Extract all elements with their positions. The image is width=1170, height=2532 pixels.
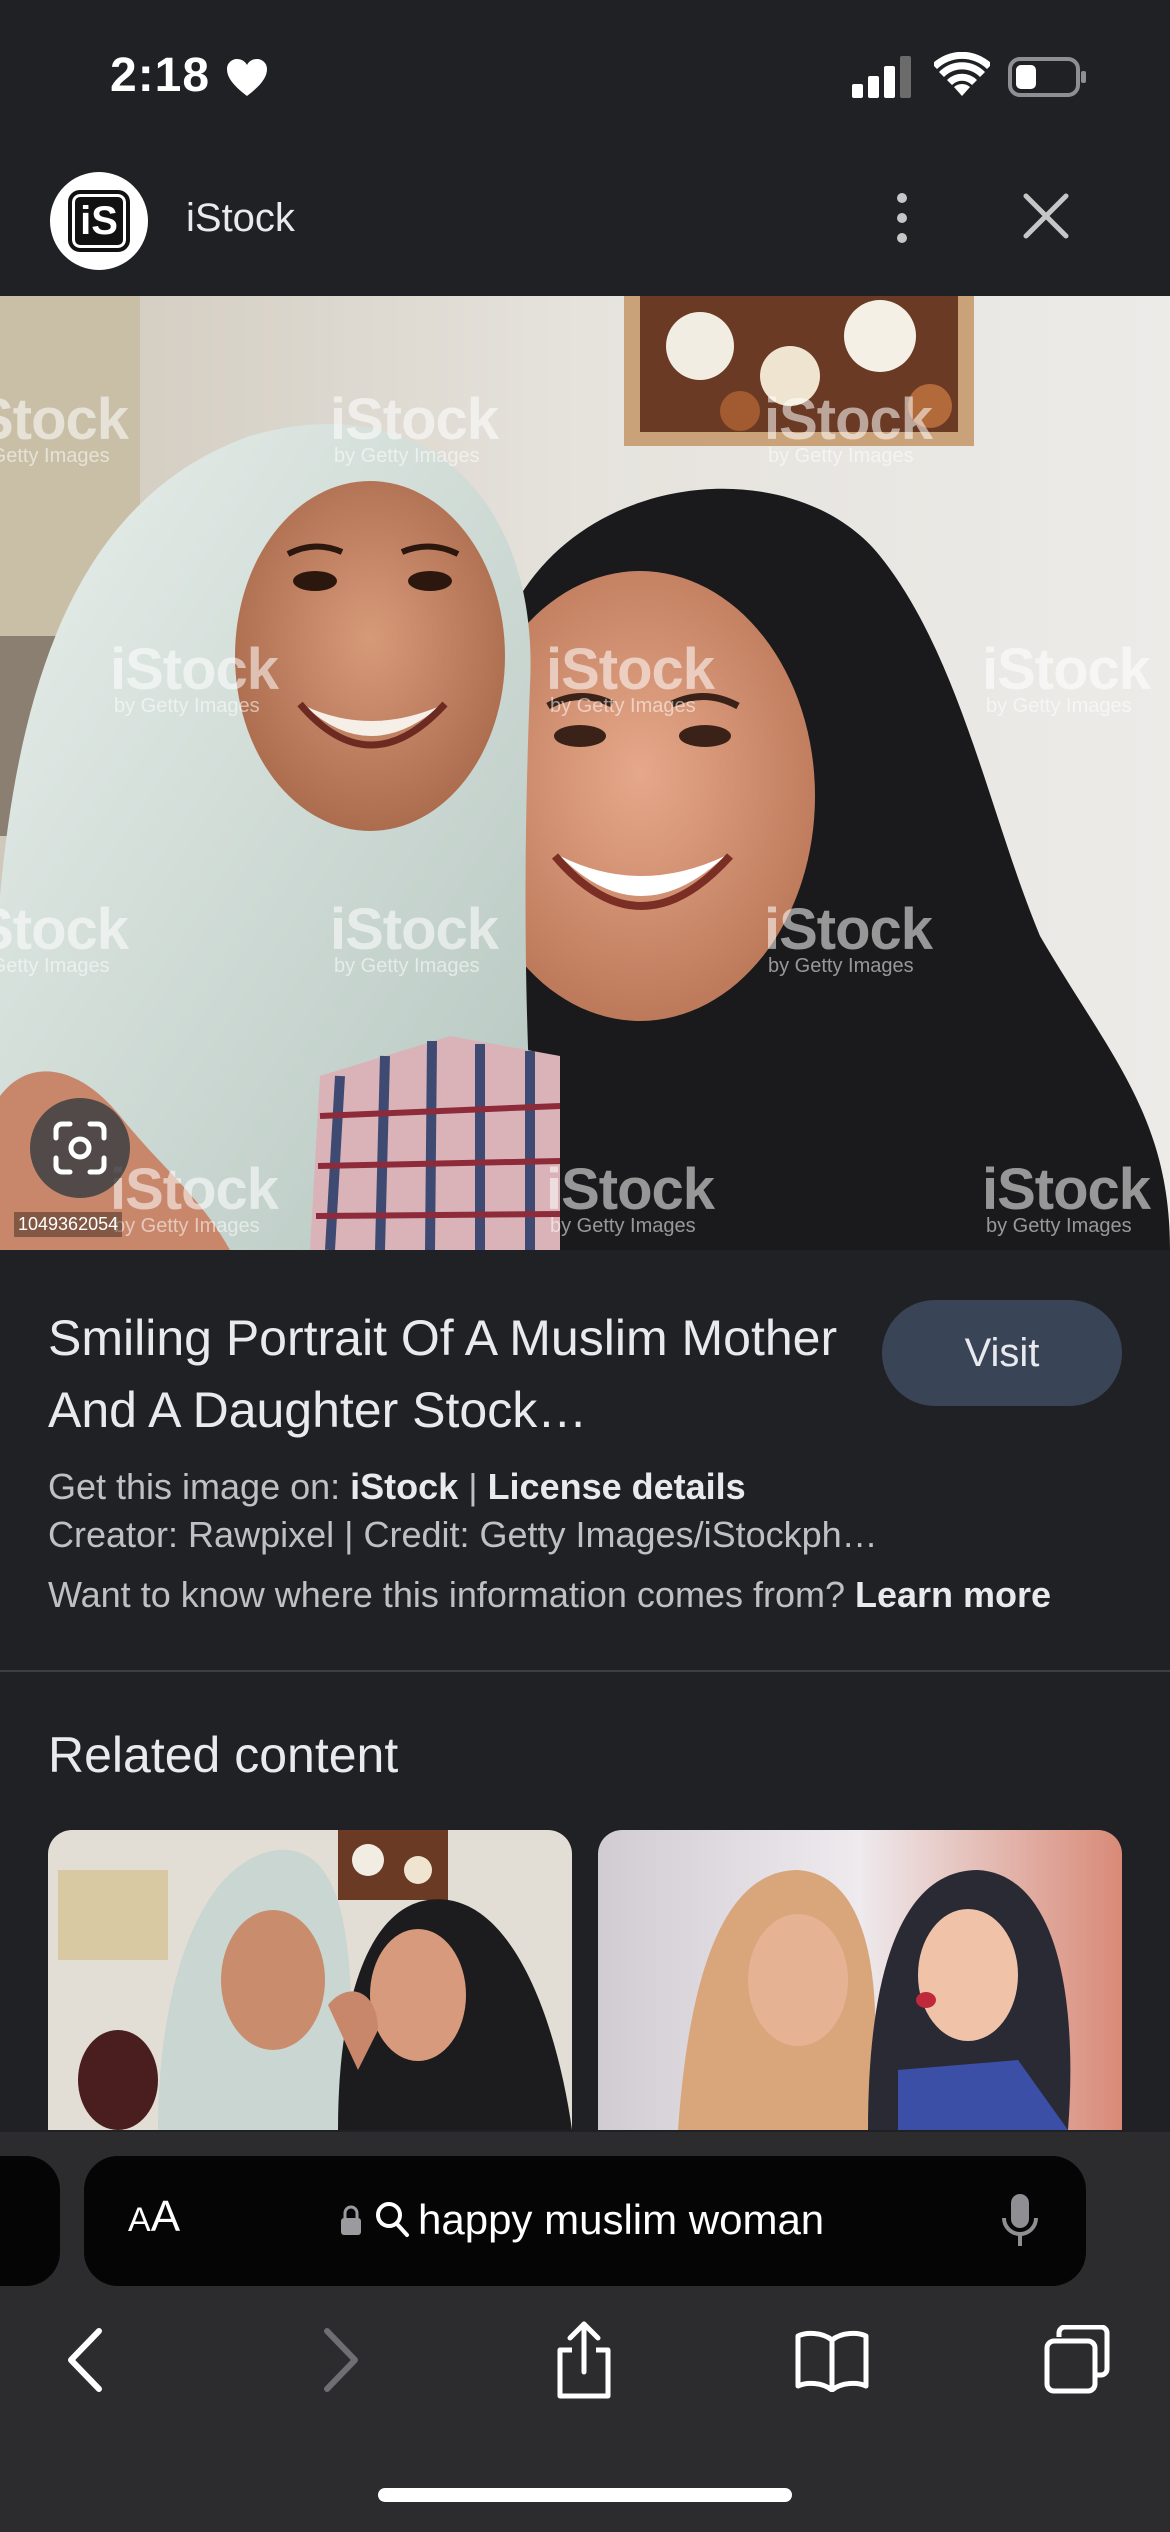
bookmarks-button[interactable]	[792, 2320, 872, 2400]
wifi-icon	[934, 52, 990, 96]
image-id-label: 1049362054	[14, 1212, 123, 1237]
site-header: iS iStock	[0, 160, 1170, 296]
related-image-2[interactable]	[598, 1830, 1122, 2130]
more-dot-icon	[897, 213, 907, 223]
more-dot-icon	[897, 233, 907, 243]
license-details-link[interactable]: License details	[488, 1466, 746, 1507]
watermark: iStockby Getty Images	[982, 1157, 1151, 1237]
watermark: iStockby Getty Images	[330, 897, 499, 977]
watermark: iStockby Getty Images	[546, 1157, 715, 1237]
watermark: iStockby Getty Images	[764, 387, 933, 467]
microphone-icon[interactable]	[1000, 2192, 1040, 2250]
watermark: iStockby Getty Images	[330, 387, 499, 467]
tabs-button[interactable]	[1038, 2320, 1118, 2400]
portrait-photo	[0, 296, 1170, 1250]
source-line: Get this image on: iStock | License deta…	[48, 1466, 746, 1508]
address-text: happy muslim woman	[418, 2196, 825, 2243]
divider	[0, 1670, 1170, 1672]
related-photo	[48, 1830, 572, 2130]
related-image-1[interactable]	[48, 1830, 572, 2130]
site-name[interactable]: iStock	[186, 196, 295, 241]
learn-more-link[interactable]: Learn more	[855, 1574, 1051, 1615]
image-info: Smiling Portrait Of A Muslim Mother And …	[0, 1250, 1170, 1672]
istock-logo[interactable]: iS	[50, 172, 148, 270]
tabs-icon	[1044, 2325, 1110, 2394]
status-bar: 2:18	[0, 0, 1170, 160]
page-settings-button[interactable]: AA	[128, 2192, 180, 2242]
preview-image[interactable]: iStockby Getty Images iStockby Getty Ima…	[0, 296, 1170, 1250]
watermark: iStockby Getty Images	[764, 897, 933, 977]
more-options-button[interactable]	[880, 180, 924, 256]
info-source-question: Want to know where this information come…	[48, 1574, 855, 1615]
separator: |	[458, 1466, 488, 1507]
istock-logo-mark: iS	[68, 190, 130, 252]
creator-line: Creator: Rawpixel | Credit: Getty Images…	[48, 1514, 878, 1555]
home-indicator[interactable]	[378, 2488, 792, 2502]
watermark: iStockby Getty Images	[982, 637, 1151, 717]
related-content-heading: Related content	[48, 1727, 399, 1783]
lens-icon	[53, 1121, 107, 1175]
info-source-line: Want to know where this information come…	[48, 1574, 1051, 1616]
visit-button[interactable]: Visit	[882, 1300, 1122, 1406]
lock-icon	[341, 2205, 361, 2235]
watermark: iStockby Getty Images	[110, 1157, 279, 1237]
related-photo	[598, 1830, 1122, 2130]
source-link[interactable]: iStock	[350, 1466, 458, 1507]
previous-tab-preview[interactable]	[0, 2156, 60, 2286]
back-button[interactable]	[46, 2320, 126, 2400]
share-icon	[557, 2321, 611, 2399]
watermark: iStockby Getty Images	[546, 637, 715, 717]
forward-button[interactable]	[300, 2320, 380, 2400]
google-lens-button[interactable]	[30, 1098, 130, 1198]
chevron-left-icon	[68, 2328, 102, 2392]
chevron-right-icon	[324, 2328, 358, 2392]
watermark: iStockby Getty Images	[0, 387, 129, 467]
heart-icon	[227, 59, 267, 96]
book-icon	[795, 2330, 869, 2392]
close-icon[interactable]	[1018, 188, 1074, 244]
more-dot-icon	[897, 193, 907, 203]
status-time: 2:18	[110, 49, 211, 102]
battery-icon	[1008, 57, 1086, 97]
source-prefix: Get this image on:	[48, 1466, 351, 1507]
image-title[interactable]: Smiling Portrait Of A Muslim Mother And …	[48, 1302, 868, 1446]
watermark: iStockby Getty Images	[0, 897, 129, 977]
cellular-signal-icon	[852, 56, 911, 98]
watermark: iStockby Getty Images	[110, 637, 279, 717]
search-icon	[376, 2202, 409, 2237]
share-button[interactable]	[544, 2320, 624, 2400]
address-bar[interactable]: AA happy muslim woman	[84, 2156, 1086, 2286]
